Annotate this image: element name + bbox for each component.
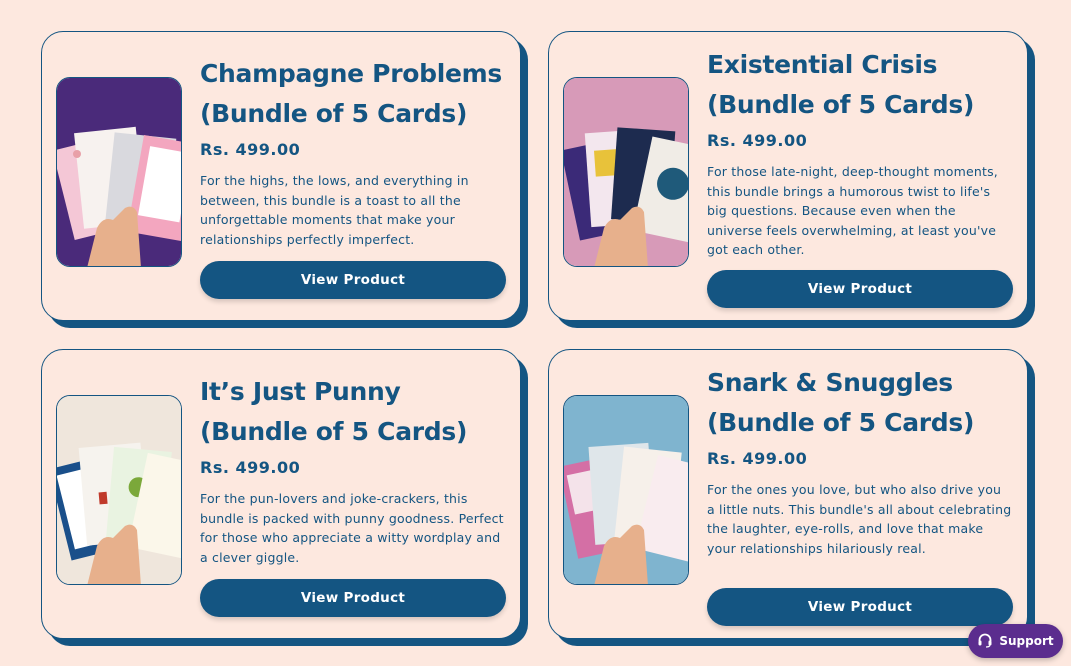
view-product-button[interactable]: View Product xyxy=(200,261,506,299)
product-description: For the ones you love, but who also driv… xyxy=(707,482,1012,556)
product-price: Rs. 499.00 xyxy=(707,131,808,150)
product-description: For the pun-lovers and joke-crackers, th… xyxy=(200,491,504,565)
product-image[interactable] xyxy=(56,77,182,267)
view-product-button[interactable]: View Product xyxy=(707,270,1013,308)
product-image[interactable] xyxy=(563,395,689,585)
product-image[interactable] xyxy=(56,395,182,585)
support-label: Support xyxy=(999,634,1054,648)
product-title: Existential Crisis (Bundle of 5 Cards) xyxy=(707,50,975,119)
product-title: Snark & Snuggles (Bundle of 5 Cards) xyxy=(707,368,975,437)
product-image[interactable] xyxy=(563,77,689,267)
product-card-existential-crisis: Existential Crisis (Bundle of 5 Cards) Rs… xyxy=(548,31,1028,321)
product-price: Rs. 499.00 xyxy=(200,140,301,159)
product-description: For those late-night, deep-thought momen… xyxy=(707,164,998,257)
product-title: It’s Just Punny (Bundle of 5 Cards) xyxy=(200,377,468,446)
product-title: Champagne Problems (Bundle of 5 Cards) xyxy=(200,59,502,128)
product-price: Rs. 499.00 xyxy=(707,449,808,468)
product-description: For the highs, the lows, and everything … xyxy=(200,173,469,247)
product-card-champagne-problems: Champagne Problems (Bundle of 5 Cards) Rs… xyxy=(41,31,521,321)
support-button[interactable]: Support xyxy=(968,624,1063,658)
product-card-snark-and-snuggles: Snark & Snuggles (Bundle of 5 Cards) Rs. … xyxy=(548,349,1028,639)
headset-icon xyxy=(977,632,993,651)
product-card-its-just-punny: It’s Just Punny (Bundle of 5 Cards) Rs. 4… xyxy=(41,349,521,639)
view-product-button[interactable]: View Product xyxy=(200,579,506,617)
product-price: Rs. 499.00 xyxy=(200,458,301,477)
view-product-button[interactable]: View Product xyxy=(707,588,1013,626)
